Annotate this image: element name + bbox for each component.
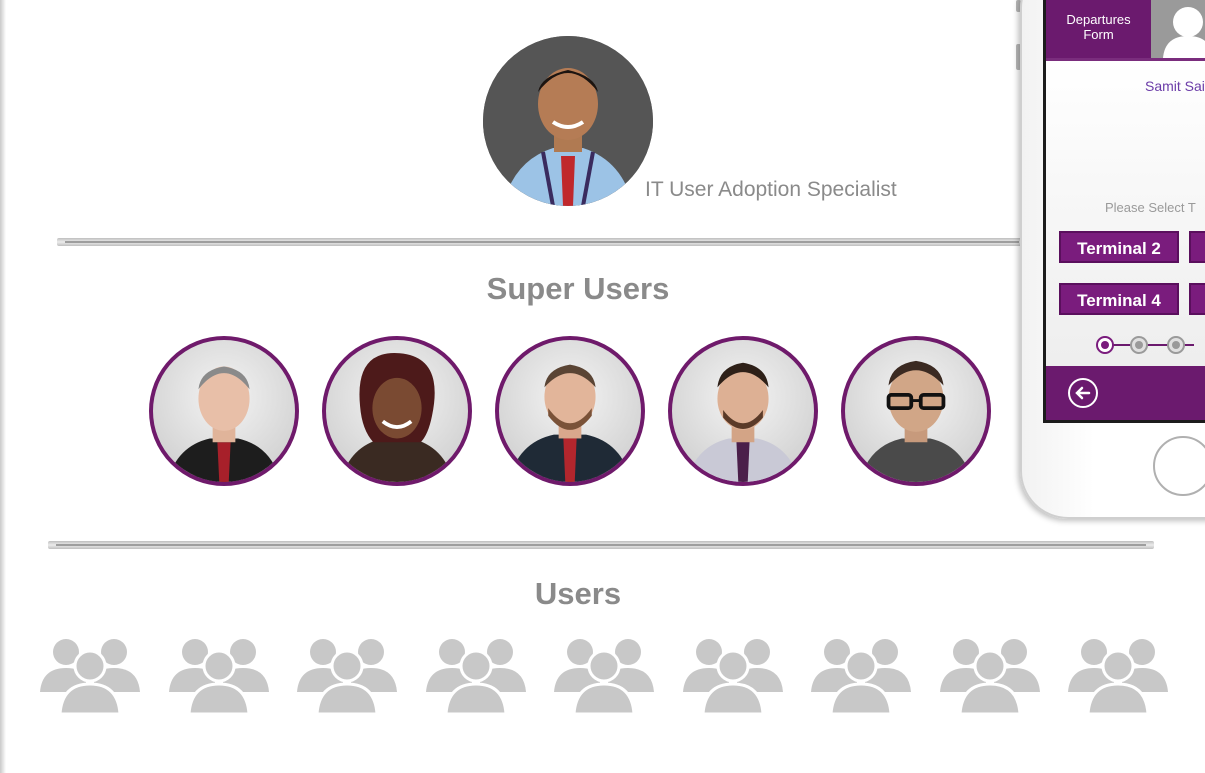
section-divider — [48, 541, 1154, 549]
user-group-icon — [811, 639, 911, 714]
phone-screen: Departures Form Samit Sai Please Select T… — [1043, 0, 1205, 423]
app-header-title: Departures Form — [1046, 0, 1151, 58]
specialist-avatar — [483, 36, 653, 206]
app-user-name: Samit Sai — [1145, 78, 1205, 94]
super-user-avatar — [668, 336, 818, 486]
super-user-avatar — [149, 336, 299, 486]
app-header-line: Departures — [1066, 12, 1131, 27]
section-divider — [57, 238, 1027, 246]
user-group-icon — [297, 639, 397, 714]
page-indicator — [1096, 336, 1194, 354]
terminal-button-partial[interactable]: T — [1189, 283, 1205, 315]
user-group-icon — [554, 639, 654, 714]
terminal-4-button[interactable]: Terminal 4 — [1059, 283, 1179, 315]
users-icon-row — [40, 636, 1180, 716]
app-avatar — [1151, 0, 1205, 58]
phone-home-button — [1153, 436, 1205, 496]
page-edge-shadow — [0, 0, 6, 773]
terminal-2-button[interactable]: Terminal 2 — [1059, 231, 1179, 263]
app-footer — [1046, 366, 1205, 420]
arrow-left-icon[interactable] — [1068, 378, 1098, 408]
user-group-icon — [425, 639, 526, 714]
user-group-icon — [682, 639, 783, 714]
app-header-line: Form — [1083, 27, 1114, 42]
super-user-avatar — [322, 336, 472, 486]
user-group-icon — [939, 639, 1040, 714]
user-group-icon — [168, 639, 269, 714]
user-group-icon — [40, 639, 140, 714]
specialist-role-label: IT User Adoption Specialist — [645, 178, 897, 201]
terminal-select-prompt: Please Select T — [1105, 200, 1196, 215]
terminal-button-partial[interactable]: T — [1189, 231, 1205, 263]
super-users-heading: Super Users — [486, 271, 670, 306]
user-group-icon — [1068, 639, 1168, 714]
users-heading: Users — [534, 576, 622, 611]
super-user-avatar — [841, 336, 991, 486]
super-user-avatar — [495, 336, 645, 486]
